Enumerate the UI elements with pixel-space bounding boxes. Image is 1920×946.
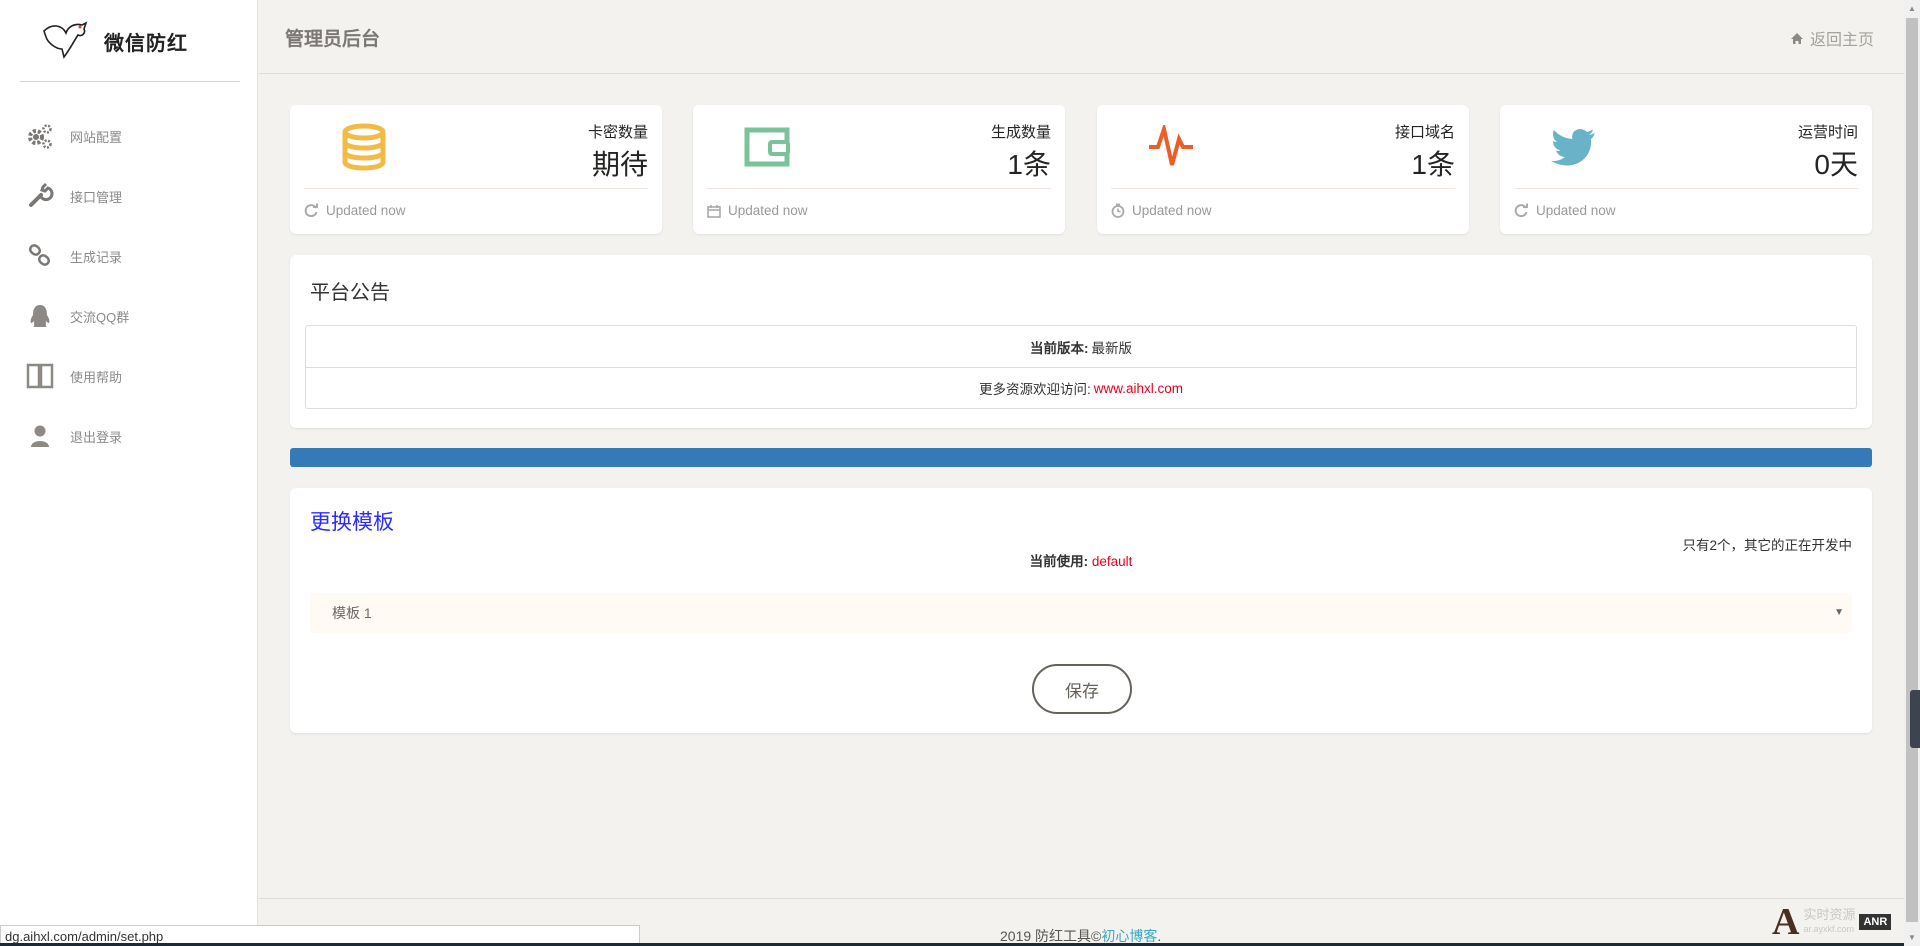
version-value: 最新版 <box>1091 340 1133 356</box>
user-icon <box>26 422 54 450</box>
sidebar-item-records[interactable]: 生成记录 <box>0 226 258 286</box>
sidebar-item-label: 交流QQ群 <box>70 309 130 325</box>
sidebar-item-label: 生成记录 <box>70 249 123 265</box>
stat-divider <box>1111 188 1455 189</box>
watermark-subtitle: ar.ayxkf.com <box>1803 924 1854 934</box>
stat-label: 生成数量 <box>990 124 1051 141</box>
stat-footer-text: Updated now <box>1536 203 1616 218</box>
wrench-icon <box>26 182 54 210</box>
status-url: dg.aihxl.com/admin/set.php <box>5 929 164 944</box>
stat-footer-text: Updated now <box>1132 203 1212 218</box>
sidebar-item-api-management[interactable]: 接口管理 <box>0 166 258 226</box>
sidebar-item-qq-group[interactable]: 交流QQ群 <box>0 286 258 346</box>
timer-icon <box>1111 203 1125 218</box>
topbar: 管理员后台 返回主页 <box>259 0 1904 74</box>
sidebar-item-label: 使用帮助 <box>70 369 123 385</box>
pulse-icon <box>1147 123 1195 171</box>
footer-blog-link[interactable]: 初心博客 <box>1101 928 1157 944</box>
sidebar-item-site-config[interactable]: 网站配置 <box>0 106 258 166</box>
save-button[interactable]: 保存 <box>1032 664 1132 714</box>
current-template: 当前使用: default <box>290 550 1872 570</box>
sidebar-item-label: 网站配置 <box>70 129 123 145</box>
logo-text: 微信防红 <box>104 32 188 55</box>
current-template-label: 当前使用: <box>1029 554 1089 569</box>
stat-value: 1条 <box>1411 149 1455 180</box>
sidebar-item-label: 退出登录 <box>70 429 123 445</box>
calendar-icon <box>707 204 721 218</box>
watermark-text: 实时资源 ar.ayxkf.com <box>1803 908 1855 936</box>
stat-value: 期待 <box>591 149 648 180</box>
sidebar: 微信防红 网站配置 接口管理 生成记录 交流QQ群 使用帮助 退出登录 <box>0 0 258 946</box>
version-label: 当前版本: <box>1030 340 1089 356</box>
sidebar-item-label: 接口管理 <box>70 189 123 205</box>
template-title: 更换模板 <box>310 511 394 534</box>
sidebar-item-help[interactable]: 使用帮助 <box>0 346 258 406</box>
watermark-title: 实时资源 <box>1803 907 1856 922</box>
refresh-icon <box>1514 203 1528 218</box>
stat-label: 卡密数量 <box>587 124 648 141</box>
book-icon <box>26 362 54 390</box>
scroll-up-arrow-icon[interactable]: ▲ <box>1908 4 1916 13</box>
stat-footer-text: Updated now <box>326 203 406 218</box>
home-link-label: 返回主页 <box>1809 32 1874 49</box>
resources-label: 更多资源欢迎访问: <box>978 382 1091 397</box>
template-select-value: 模板 1 <box>332 605 372 621</box>
resources-link[interactable]: www.aihxl.com <box>1094 381 1183 396</box>
sidebar-item-logout[interactable]: 退出登录 <box>0 406 258 466</box>
logo[interactable]: 微信防红 <box>40 18 190 64</box>
current-template-value: default <box>1091 554 1133 569</box>
stat-divider <box>304 188 648 189</box>
announcement-title: 平台公告 <box>310 282 390 304</box>
stat-value: 0天 <box>1814 149 1858 180</box>
template-select[interactable]: 模板 1 ▼ <box>310 593 1852 633</box>
scroll-thumb[interactable] <box>1906 18 1918 922</box>
scroll-down-arrow-icon[interactable]: ▼ <box>1908 933 1916 942</box>
template-panel: 更换模板 只有2个，其它的正在开发中 当前使用: default 模板 1 ▼ … <box>290 488 1872 733</box>
gears-icon <box>26 122 54 150</box>
table-row: 更多资源欢迎访问: www.aihxl.com <box>306 367 1856 408</box>
stat-footer: Updated now <box>304 203 406 218</box>
table-row: 当前版本: 最新版 <box>306 326 1856 367</box>
home-icon <box>1790 32 1803 44</box>
announcement-table: 当前版本: 最新版 更多资源欢迎访问: www.aihxl.com <box>305 325 1857 409</box>
stat-divider <box>707 188 1051 189</box>
footer-suffix: . <box>1157 928 1162 944</box>
stat-footer: Updated now <box>707 203 808 218</box>
stat-value: 1条 <box>1007 149 1051 180</box>
progress-bar <box>290 448 1872 467</box>
stat-divider <box>1514 188 1858 189</box>
watermark-logo: A <box>1772 901 1800 943</box>
link-icon <box>26 242 54 270</box>
sidebar-divider <box>20 81 240 82</box>
refresh-icon <box>304 203 318 218</box>
footer-copyright: 2019 防红工具© <box>1000 928 1102 944</box>
stat-footer: Updated now <box>1111 203 1212 218</box>
stat-footer-text: Updated now <box>728 203 808 218</box>
stat-label: 接口域名 <box>1394 124 1455 141</box>
announcement-panel: 平台公告 当前版本: 最新版 更多资源欢迎访问: www.aihxl.com <box>290 255 1872 428</box>
watermark: A 实时资源 ar.ayxkf.com ANR <box>1772 900 1892 944</box>
stat-card-cards: 卡密数量 期待 Updated now <box>290 105 662 234</box>
side-widget[interactable] <box>1910 690 1920 748</box>
stat-label: 运营时间 <box>1797 124 1858 141</box>
qq-penguin-icon <box>26 302 54 330</box>
stat-footer: Updated now <box>1514 203 1616 218</box>
scrollbar[interactable]: ▲ ▼ <box>1904 0 1920 946</box>
home-link[interactable]: 返回主页 <box>1790 26 1874 50</box>
sidebar-nav: 网站配置 接口管理 生成记录 交流QQ群 使用帮助 退出登录 <box>0 106 258 466</box>
wallet-icon <box>743 123 791 171</box>
watermark-badge: ANR <box>1859 914 1892 930</box>
footer-divider <box>259 898 1904 899</box>
stat-card-uptime: 运营时间 0天 Updated now <box>1500 105 1872 234</box>
stat-card-generated: 生成数量 1条 Updated now <box>693 105 1065 234</box>
squirrel-logo-icon <box>43 21 88 59</box>
chevron-down-icon: ▼ <box>1834 607 1844 618</box>
page-title: 管理员后台 <box>285 29 381 50</box>
stat-card-domains: 接口域名 1条 Updated now <box>1097 105 1469 234</box>
twitter-icon <box>1550 123 1598 171</box>
database-icon <box>340 123 388 171</box>
